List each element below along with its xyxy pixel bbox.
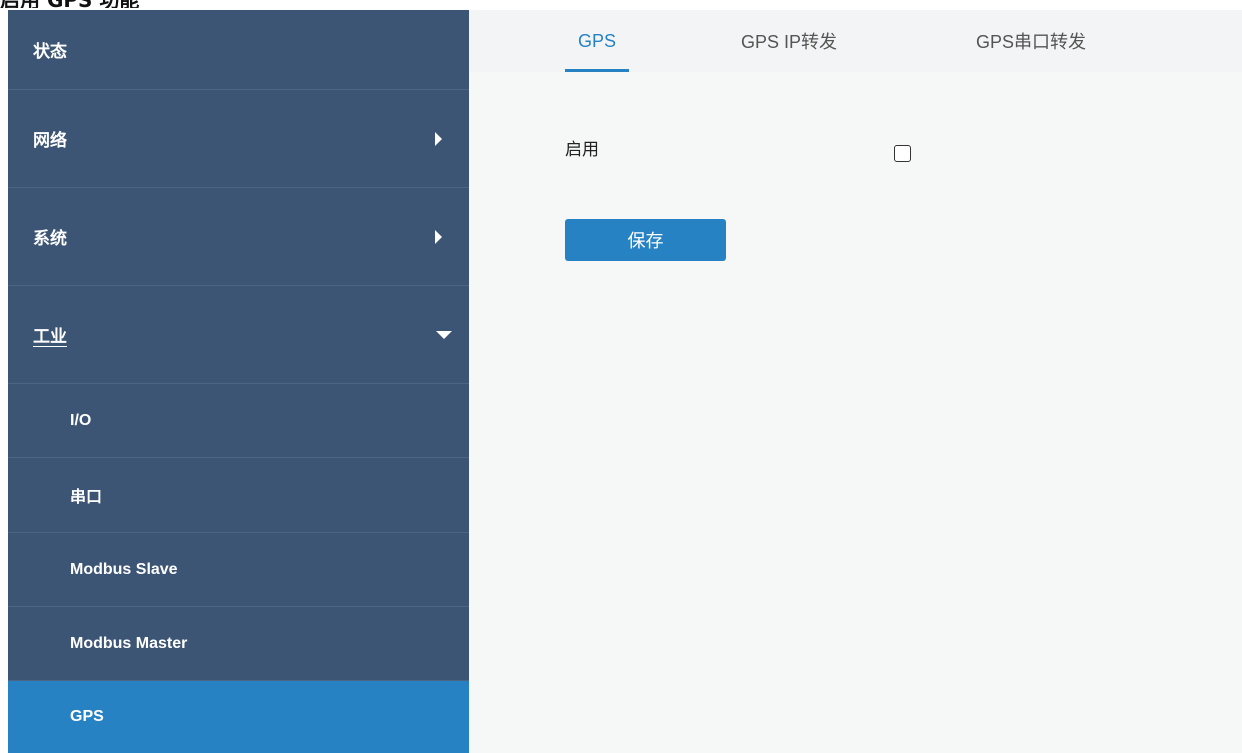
tab-gps-serial-forwarding[interactable]: GPS串口转发 <box>956 10 1106 72</box>
sidebar-item-label: 状态 <box>33 42 67 61</box>
enable-label: 启用 <box>565 140 599 159</box>
sidebar-item-gps[interactable]: GPS <box>8 681 469 753</box>
sidebar-item-status[interactable]: 状态 <box>8 10 469 90</box>
sidebar-item-network[interactable]: 网络 <box>8 90 469 188</box>
caret-down-icon <box>436 330 452 339</box>
sidebar: 状态 网络 系统 工业 I/O 串口 Modbus Slave Modbus M… <box>8 10 469 753</box>
sidebar-item-industrial[interactable]: 工业 <box>8 286 469 384</box>
tab-gps[interactable]: GPS <box>565 10 629 72</box>
caret-right-icon <box>435 131 442 146</box>
content-panel: 启用 保存 <box>469 72 1242 753</box>
tab-label: GPS串口转发 <box>975 32 1086 52</box>
sidebar-item-label: 串口 <box>70 489 103 506</box>
sidebar-item-label: GPS <box>70 708 104 725</box>
tab-label: GPS <box>577 30 616 51</box>
tab-bar: GPS GPS IP转发 GPS串口转发 <box>469 10 1242 72</box>
sidebar-item-label: 工业 <box>33 327 67 346</box>
caret-right-icon <box>435 229 442 244</box>
sidebar-item-label: 系统 <box>33 229 67 248</box>
sidebar-item-label: 网络 <box>33 131 67 150</box>
sidebar-item-modbus-master[interactable]: Modbus Master <box>8 607 469 681</box>
sidebar-item-io[interactable]: I/O <box>8 384 469 458</box>
save-button[interactable]: 保存 <box>565 219 726 261</box>
sidebar-item-system[interactable]: 系统 <box>8 188 469 286</box>
sidebar-item-label: Modbus Slave <box>70 560 178 578</box>
sidebar-item-serial[interactable]: 串口 <box>8 458 469 533</box>
sidebar-item-label: I/O <box>70 411 92 429</box>
page-caption: 启用 GPS 功能 <box>0 0 139 8</box>
tab-gps-ip-forwarding[interactable]: GPS IP转发 <box>724 10 854 72</box>
sidebar-item-modbus-slave[interactable]: Modbus Slave <box>8 533 469 607</box>
enable-checkbox[interactable] <box>894 145 911 162</box>
sidebar-item-label: Modbus Master <box>70 634 188 652</box>
tab-label: GPS IP转发 <box>740 32 838 52</box>
